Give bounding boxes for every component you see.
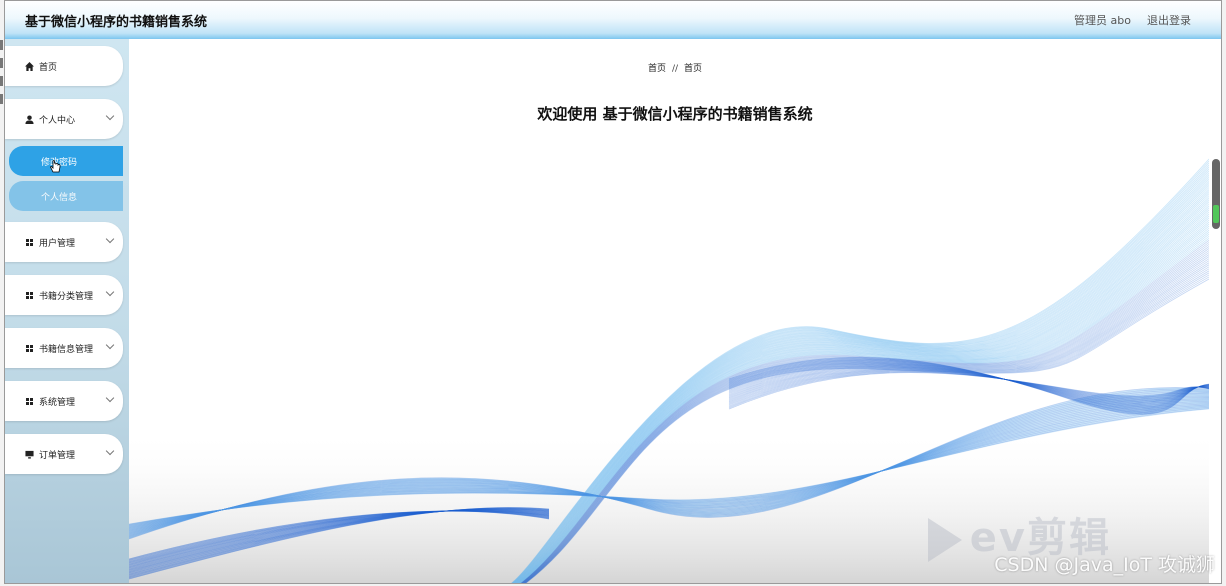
sidebar-item-book-info[interactable]: 书籍信息管理 bbox=[5, 328, 123, 368]
sidebar-item-system[interactable]: 系统管理 bbox=[5, 381, 123, 421]
app-window: 基于微信小程序的书籍销售系统 管理员 abo 退出登录 首页 个人中心 修改密码 bbox=[4, 0, 1222, 584]
sidebar-item-book-category[interactable]: 书籍分类管理 bbox=[5, 275, 123, 315]
submenu-item-profile-info[interactable]: 个人信息 bbox=[9, 181, 123, 211]
sidebar-item-label: 订单管理 bbox=[39, 450, 76, 461]
breadcrumb-separator: // bbox=[671, 64, 679, 74]
sidebar-item-label: 系统管理 bbox=[39, 397, 76, 408]
sidebar-item-label: 首页 bbox=[39, 62, 58, 73]
monitor-icon bbox=[23, 450, 35, 459]
breadcrumb-item-home[interactable]: 首页 bbox=[648, 64, 666, 74]
chevron-down-icon bbox=[105, 287, 115, 297]
logout-link[interactable]: 退出登录 bbox=[1147, 12, 1191, 28]
sidebar-item-user-management[interactable]: 用户管理 bbox=[5, 222, 123, 262]
chevron-down-icon bbox=[105, 340, 115, 350]
submenu-item-change-password[interactable]: 修改密码 bbox=[9, 146, 123, 176]
home-icon bbox=[23, 61, 35, 71]
grid-icon bbox=[23, 238, 35, 246]
chevron-down-icon bbox=[105, 393, 115, 403]
breadcrumb: 首页 // 首页 bbox=[129, 61, 1221, 74]
sidebar-item-label: 书籍信息管理 bbox=[39, 344, 94, 355]
chevron-down-icon bbox=[105, 234, 115, 244]
sidebar-item-label: 用户管理 bbox=[39, 238, 76, 249]
hand-cursor-icon bbox=[50, 160, 61, 177]
sidebar-item-orders[interactable]: 订单管理 bbox=[5, 434, 123, 474]
chevron-down-icon bbox=[105, 111, 115, 121]
sidebar-item-profile[interactable]: 个人中心 bbox=[5, 99, 123, 139]
sidebar-item-label: 书籍分类管理 bbox=[39, 291, 94, 302]
grid-icon bbox=[23, 344, 35, 352]
grid-icon bbox=[23, 397, 35, 405]
sidebar-item-label: 个人中心 bbox=[39, 115, 76, 126]
chevron-down-icon bbox=[105, 446, 115, 456]
sidebar: 首页 个人中心 修改密码 个人信息 用户管理 书籍分类管理 书籍信息管理 系统管… bbox=[5, 39, 129, 583]
scrollbar-grip[interactable] bbox=[1213, 205, 1219, 223]
welcome-heading: 欢迎使用 基于微信小程序的书籍销售系统 bbox=[537, 105, 813, 123]
top-bar: 基于微信小程序的书籍销售系统 管理员 abo 退出登录 bbox=[5, 1, 1221, 40]
csdn-watermark: CSDN @Java_IoT 攻诚狮 bbox=[994, 554, 1215, 576]
submenu-item-label: 个人信息 bbox=[41, 192, 78, 203]
main-content: 首页//首页 欢迎使用 基于微信小程序的书籍销售系统 ev剪辑 CSDN @Ja… bbox=[129, 39, 1221, 583]
play-triangle-icon bbox=[927, 518, 962, 562]
current-user-label: 管理员 abo bbox=[1074, 14, 1131, 27]
sidebar-item-home[interactable]: 首页 bbox=[5, 46, 123, 86]
scrollbar[interactable] bbox=[1212, 159, 1220, 229]
app-title: 基于微信小程序的书籍销售系统 bbox=[25, 15, 208, 30]
grid-icon bbox=[23, 291, 35, 299]
user-area: 管理员 abo 退出登录 bbox=[1074, 12, 1191, 28]
breadcrumb-item-current: 首页 bbox=[684, 64, 703, 74]
user-icon bbox=[23, 114, 35, 124]
